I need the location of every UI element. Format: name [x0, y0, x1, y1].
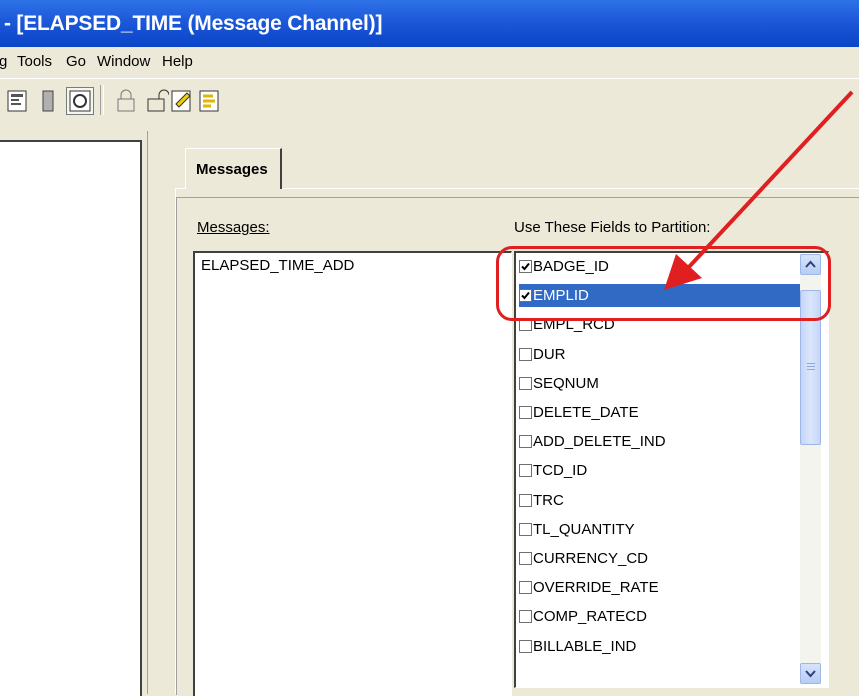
- edit-icon: [171, 90, 191, 112]
- tab-messages[interactable]: Messages: [185, 148, 282, 189]
- menu-bar: g Tools Go Window Help: [0, 47, 859, 77]
- field-row-billable-ind[interactable]: BILLABLE_IND: [519, 635, 801, 658]
- field-row-tcd-id[interactable]: TCD_ID: [519, 459, 801, 482]
- field-row-currency-cd[interactable]: CURRENCY_CD: [519, 547, 801, 570]
- menu-help[interactable]: Help: [162, 53, 193, 70]
- field-row-override-rate[interactable]: OVERRIDE_RATE: [519, 576, 801, 599]
- lock-icon: [117, 89, 135, 112]
- properties-icon: [7, 90, 27, 112]
- scroll-down-button[interactable]: [800, 663, 821, 684]
- edit-button[interactable]: [168, 87, 196, 115]
- field-row-trc[interactable]: TRC: [519, 489, 801, 512]
- field-label: TCD_ID: [533, 462, 588, 480]
- field-row-dur[interactable]: DUR: [519, 343, 801, 366]
- messages-list[interactable]: ELAPSED_TIME_ADD: [193, 251, 512, 696]
- splitter[interactable]: [147, 131, 156, 694]
- unlock-icon: [147, 89, 169, 112]
- field-label: DUR: [533, 345, 566, 363]
- field-checkbox[interactable]: [519, 522, 532, 536]
- messages-label: Messages:: [197, 219, 270, 236]
- annotation-highlight: [496, 246, 831, 321]
- run-icon: [199, 90, 219, 112]
- tab-messages-label: Messages: [196, 161, 268, 178]
- run-button[interactable]: [196, 87, 224, 115]
- field-label: SEQNUM: [533, 374, 599, 392]
- grip-line: [807, 369, 815, 370]
- database-icon: [42, 90, 54, 112]
- field-checkbox[interactable]: [519, 406, 532, 419]
- messages-label-text: Messages:: [197, 219, 270, 236]
- field-checkbox[interactable]: [519, 435, 532, 449]
- menu-debug[interactable]: g: [0, 53, 7, 70]
- field-row-tl-quantity[interactable]: TL_QUANTITY: [519, 518, 801, 541]
- chevron-down-icon: [805, 670, 816, 678]
- field-label: COMP_RATECD: [533, 608, 647, 626]
- title-bar: - [ELAPSED_TIME (Message Channel)]: [0, 0, 859, 47]
- unlock-button[interactable]: [142, 87, 170, 115]
- message-channel-icon: [69, 90, 91, 112]
- message-channel-button[interactable]: [66, 87, 94, 115]
- menu-tools[interactable]: Tools: [17, 53, 52, 70]
- field-row-seqnum[interactable]: SEQNUM: [519, 372, 801, 395]
- field-row-delete-date[interactable]: DELETE_DATE: [519, 401, 801, 424]
- window-title: - [ELAPSED_TIME (Message Channel)]: [4, 12, 383, 35]
- list-item[interactable]: ELAPSED_TIME_ADD: [201, 257, 354, 274]
- field-checkbox[interactable]: [519, 493, 532, 507]
- grip-line: [807, 366, 815, 367]
- partition-fields-label: Use These Fields to Partition:: [514, 219, 711, 236]
- field-label: DELETE_DATE: [533, 404, 639, 421]
- field-label: BILLABLE_IND: [533, 637, 637, 655]
- field-checkbox[interactable]: [519, 610, 532, 624]
- field-checkbox[interactable]: [519, 639, 532, 653]
- field-row-comp-ratecd[interactable]: COMP_RATECD: [519, 605, 801, 628]
- lock-button[interactable]: [112, 87, 140, 115]
- field-checkbox[interactable]: [519, 464, 532, 478]
- field-checkbox[interactable]: [519, 347, 532, 361]
- field-label: TL_QUANTITY: [533, 520, 635, 538]
- field-label: CURRENCY_CD: [533, 550, 649, 567]
- field-checkbox[interactable]: [519, 376, 532, 390]
- field-checkbox[interactable]: [519, 552, 532, 565]
- field-label: ADD_DELETE_IND: [533, 433, 666, 451]
- field-checkbox[interactable]: [519, 581, 532, 595]
- toolbar-separator: [100, 85, 104, 115]
- properties-button[interactable]: [4, 87, 32, 115]
- menu-window[interactable]: Window: [97, 53, 150, 70]
- grip-line: [807, 363, 815, 364]
- menu-go[interactable]: Go: [66, 53, 86, 70]
- object-tree-panel[interactable]: [0, 140, 142, 696]
- field-label: OVERRIDE_RATE: [533, 579, 659, 597]
- database-button[interactable]: [34, 87, 62, 115]
- field-label: TRC: [533, 491, 564, 509]
- field-row-add-delete-ind[interactable]: ADD_DELETE_IND: [519, 430, 801, 453]
- toolbar: [0, 78, 859, 129]
